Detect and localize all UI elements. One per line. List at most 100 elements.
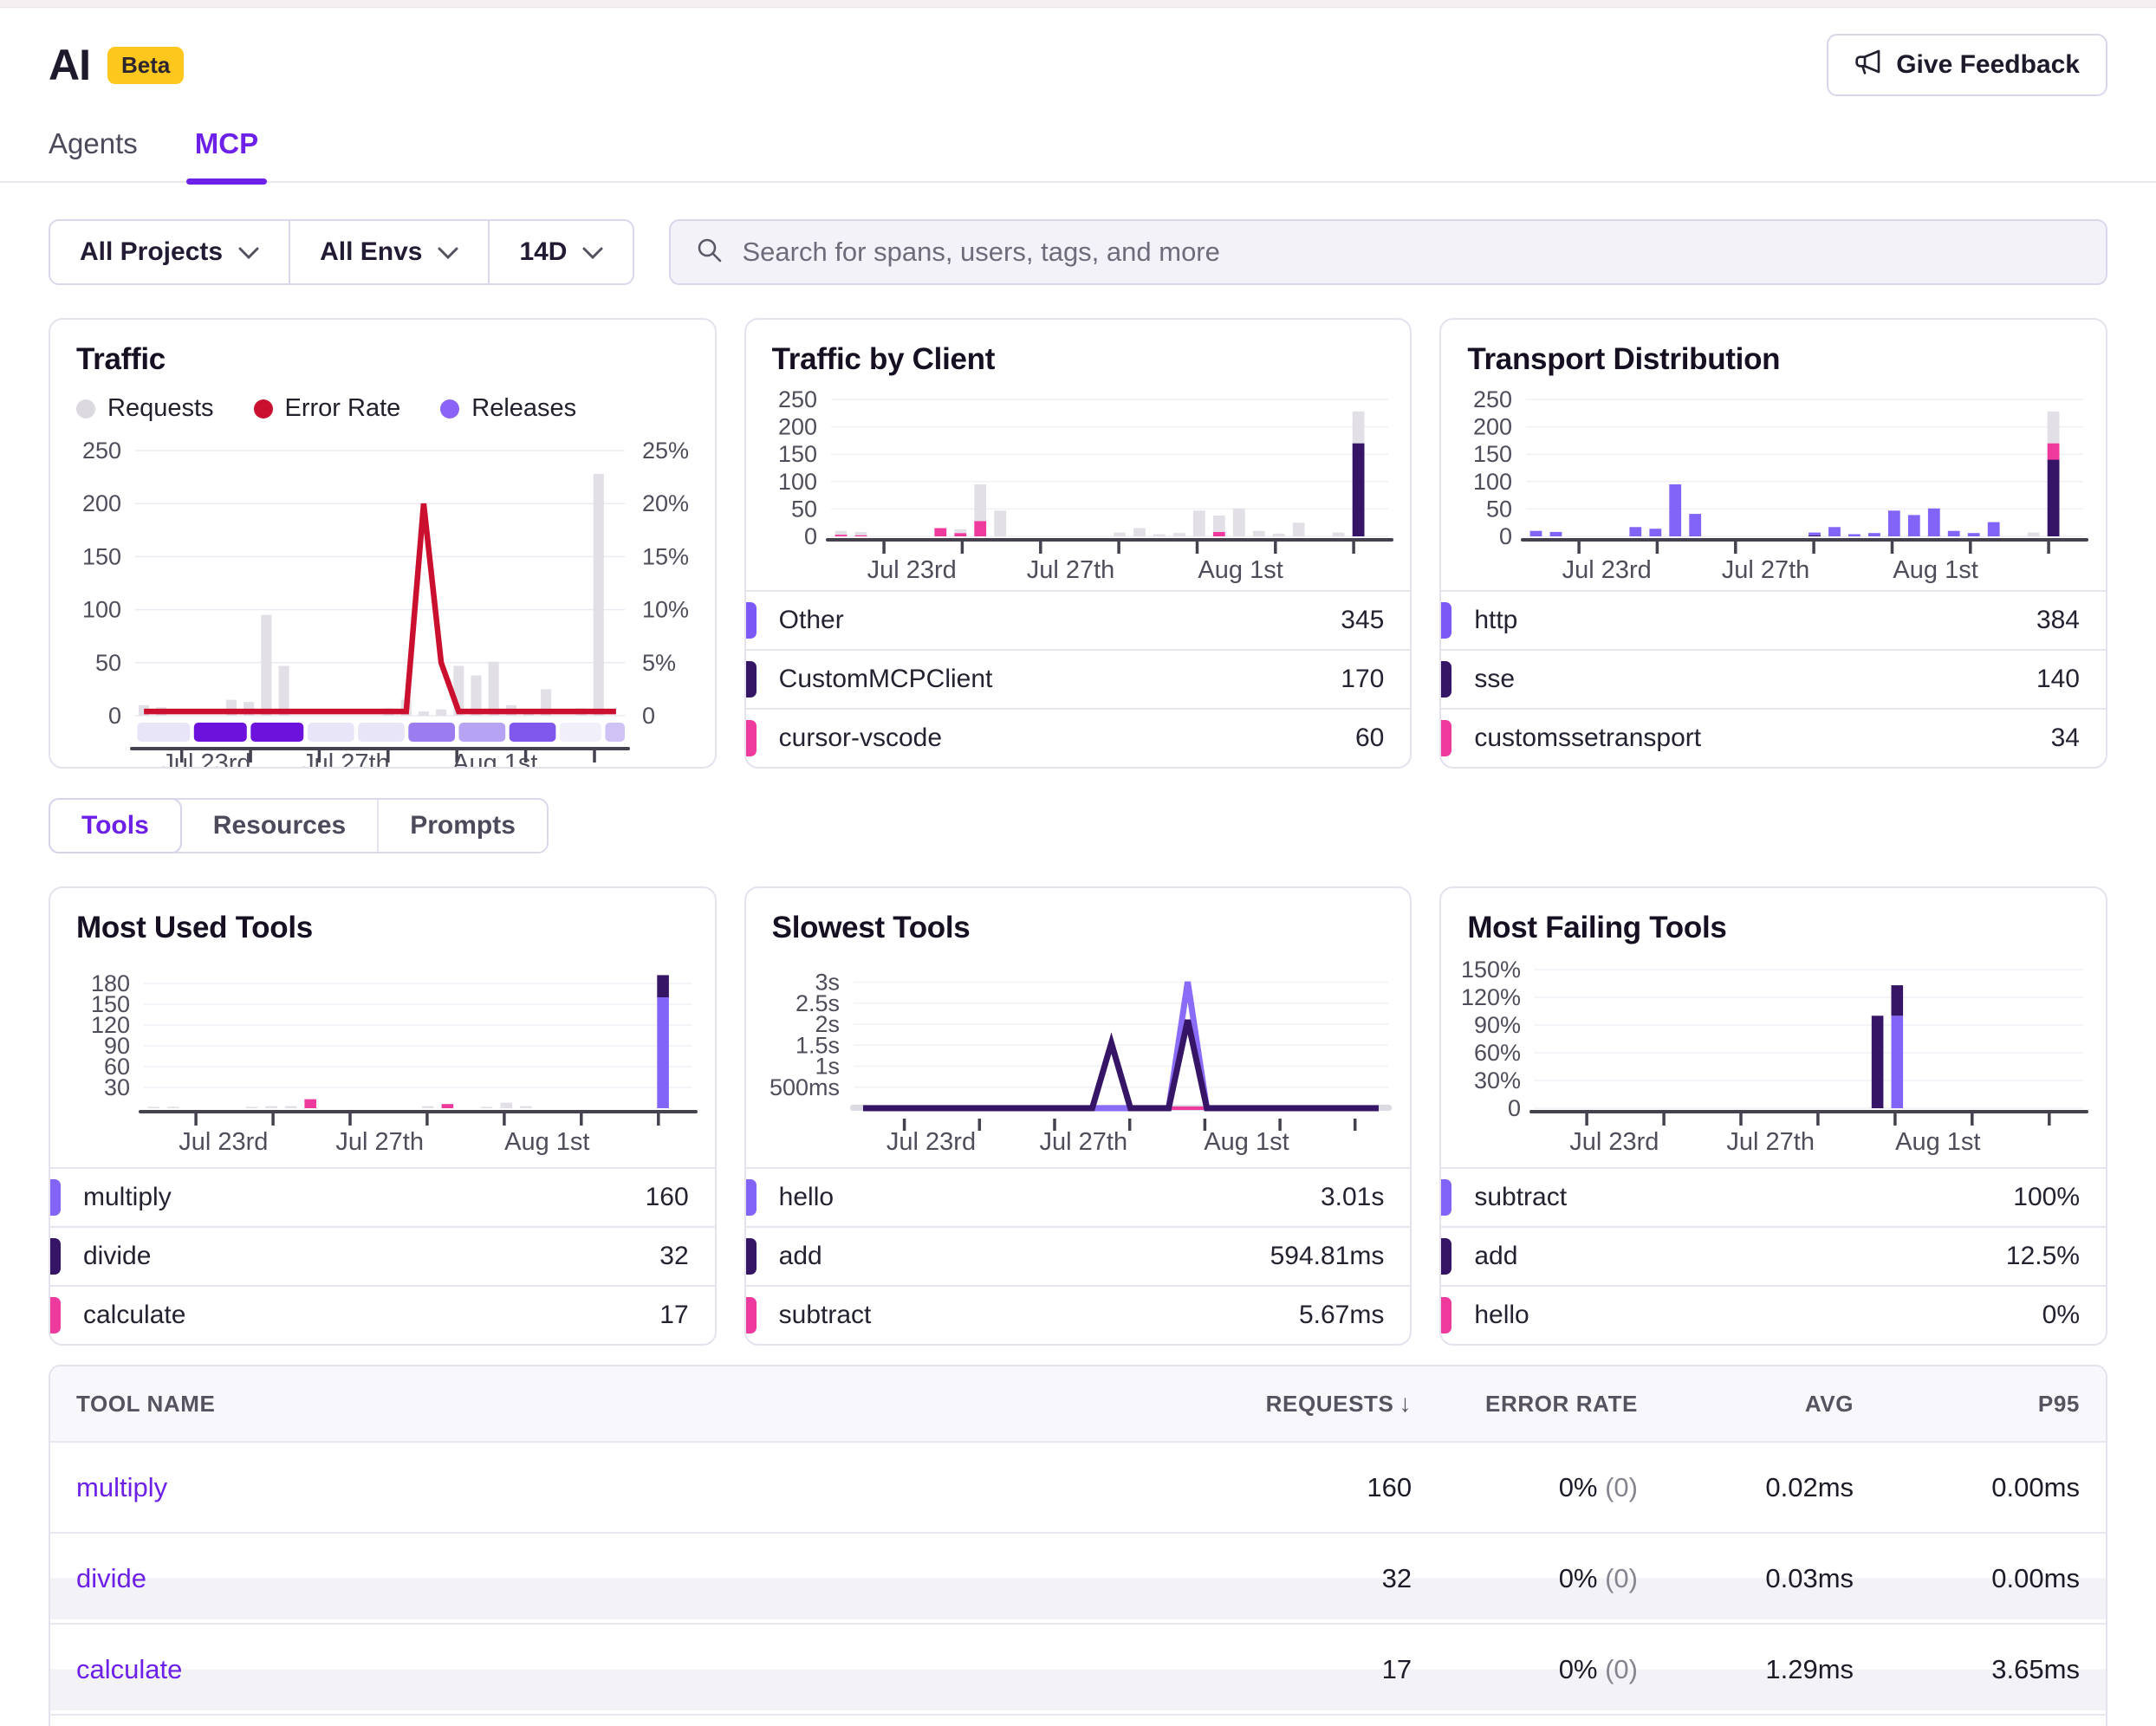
legend-row[interactable]: subtract5.67ms (746, 1285, 1411, 1344)
legend-row[interactable]: divide32 (50, 1226, 715, 1285)
svg-text:180: 180 (91, 970, 130, 996)
legend-swatch (746, 1297, 757, 1333)
svg-text:200: 200 (1473, 414, 1512, 440)
legend-list: multiply160divide32calculate17 (50, 1167, 715, 1344)
legend-row[interactable]: multiply160 (50, 1167, 715, 1226)
legend-row[interactable]: add12.5% (1441, 1226, 2106, 1285)
table-row[interactable]: multiply1600% (0)0.02ms0.00ms (50, 1441, 2106, 1532)
date-range-label: 14D (519, 237, 567, 267)
column-tool-name[interactable]: TOOL NAME (50, 1391, 1078, 1418)
legend-swatch (1441, 1238, 1451, 1275)
inline-legend-label: Requests (107, 394, 214, 423)
svg-text:250: 250 (82, 438, 121, 464)
legend-row[interactable]: hello0% (1441, 1285, 2106, 1344)
error-count: (0) (1605, 1472, 1638, 1502)
svg-text:Jul 27th: Jul 27th (1727, 1128, 1815, 1155)
chart-title: Traffic by Client (746, 342, 1411, 377)
date-range-dropdown[interactable]: 14D (490, 221, 633, 283)
most-used-tools-chart[interactable]: 306090120150180Jul 23rdJul 27thAug 1st (61, 956, 705, 1155)
legend-row[interactable]: sse140 (1441, 649, 2106, 708)
transport-distribution-chart[interactable]: 050100150200250Jul 23rdJul 27thAug 1st (1451, 387, 2095, 583)
legend-row[interactable]: cursor-vscode60 (746, 708, 1411, 767)
svg-text:250: 250 (778, 387, 817, 412)
legend-label: subtract (779, 1301, 872, 1330)
search-icon (695, 236, 724, 269)
traffic-inline-legend: Requests Error Rate Releases (50, 394, 715, 423)
legend-label: hello (1474, 1301, 1529, 1330)
svg-text:50: 50 (791, 496, 817, 522)
tab-agents[interactable]: Agents (49, 127, 138, 181)
legend-row[interactable]: hello3.01s (746, 1167, 1411, 1226)
p95-cell: 0.00ms (1880, 1563, 2106, 1594)
most-failing-tools-card: Most Failing Tools 030%60%90%120%150%Jul… (1439, 886, 2107, 1346)
slowest-tools-chart[interactable]: 500ms1s1.5s2s2.5s3sJul 23rdJul 27thAug 1… (757, 956, 1400, 1155)
legend-label: CustomMCPClient (779, 665, 993, 694)
legend-swatch (1441, 720, 1451, 756)
legend-row[interactable]: Other345 (746, 590, 1411, 649)
legend-dot-icon (440, 399, 459, 419)
inline-legend-item[interactable]: Requests (76, 394, 214, 423)
tool-name-link[interactable]: divide (50, 1563, 1078, 1594)
legend-swatch (50, 1179, 61, 1216)
svg-text:100: 100 (1473, 469, 1512, 495)
column-avg[interactable]: AVG (1664, 1391, 1880, 1418)
legend-row[interactable]: calculate17 (50, 1285, 715, 1344)
legend-label: hello (779, 1183, 834, 1212)
tool-name-link[interactable]: calculate (50, 1654, 1078, 1685)
legend-list: hello3.01sadd594.81mssubtract5.67ms (746, 1167, 1411, 1344)
legend-row[interactable]: add594.81ms (746, 1226, 1411, 1285)
legend-swatch (50, 1297, 61, 1333)
svg-text:3s: 3s (815, 970, 840, 996)
traffic-chart[interactable]: 05010015020025005%10%15%20%25%Jul 23rdJu… (61, 437, 705, 769)
svg-text:Aug 1st: Aug 1st (1204, 1128, 1289, 1155)
svg-text:Jul 27th: Jul 27th (335, 1128, 424, 1155)
legend-row[interactable]: customssetransport34 (1441, 708, 2106, 767)
table-row[interactable]: add1612.5% (2)594.81ms3.16s (50, 1714, 2106, 1726)
table-row[interactable]: divide320% (0)0.03ms0.00ms (50, 1532, 2106, 1623)
envs-filter-dropdown[interactable]: All Envs (290, 221, 490, 283)
give-feedback-button[interactable]: Give Feedback (1827, 34, 2107, 96)
legend-value: 12.5% (2006, 1242, 2080, 1271)
requests-cell: 17 (1078, 1654, 1438, 1685)
subtab-tools[interactable]: Tools (49, 798, 182, 853)
envs-filter-label: All Envs (320, 237, 422, 267)
legend-dot-icon (76, 399, 95, 419)
column-error-rate[interactable]: ERROR RATE (1438, 1391, 1664, 1418)
svg-text:30%: 30% (1474, 1067, 1521, 1093)
column-requests[interactable]: REQUESTS↓ (1078, 1390, 1438, 1418)
svg-text:0: 0 (1499, 523, 1512, 549)
search-input[interactable] (742, 237, 2081, 268)
give-feedback-label: Give Feedback (1896, 50, 2080, 80)
legend-row[interactable]: http384 (1441, 590, 2106, 649)
legend-row[interactable]: subtract100% (1441, 1167, 2106, 1226)
legend-row[interactable]: CustomMCPClient170 (746, 649, 1411, 708)
traffic-by-client-chart[interactable]: 050100150200250Jul 23rdJul 27thAug 1st (757, 387, 1400, 583)
table-row[interactable]: calculate170% (0)1.29ms3.65ms (50, 1623, 2106, 1714)
column-p95[interactable]: P95 (1880, 1391, 2106, 1418)
svg-text:90%: 90% (1474, 1012, 1521, 1038)
svg-text:0: 0 (804, 523, 817, 549)
most-failing-tools-chart[interactable]: 030%60%90%120%150%Jul 23rdJul 27thAug 1s… (1451, 956, 2095, 1155)
inline-legend-item[interactable]: Releases (440, 394, 576, 423)
app-header: AI Beta Give Feedback (0, 8, 2156, 96)
svg-text:0: 0 (108, 703, 121, 729)
svg-text:Jul 23rd: Jul 23rd (179, 1128, 268, 1155)
chart-title: Most Used Tools (50, 911, 715, 945)
svg-text:15%: 15% (642, 543, 689, 569)
projects-filter-dropdown[interactable]: All Projects (50, 221, 290, 283)
svg-text:100: 100 (82, 597, 121, 623)
chevron-down-icon (582, 237, 603, 267)
legend-swatch (50, 1238, 61, 1275)
subtab-resources[interactable]: Resources (182, 800, 379, 852)
svg-text:Aug 1st: Aug 1st (504, 1128, 589, 1155)
search-bar[interactable] (669, 219, 2107, 285)
tab-mcp[interactable]: MCP (195, 127, 258, 181)
subtab-prompts[interactable]: Prompts (379, 800, 547, 852)
page-top-strip (0, 0, 2156, 8)
primary-tabs: Agents MCP (0, 127, 2156, 183)
p95-cell: 3.65ms (1880, 1654, 2106, 1685)
legend-label: calculate (83, 1301, 185, 1330)
beta-badge: Beta (107, 47, 184, 84)
tool-name-link[interactable]: multiply (50, 1472, 1078, 1503)
inline-legend-item[interactable]: Error Rate (254, 394, 401, 423)
